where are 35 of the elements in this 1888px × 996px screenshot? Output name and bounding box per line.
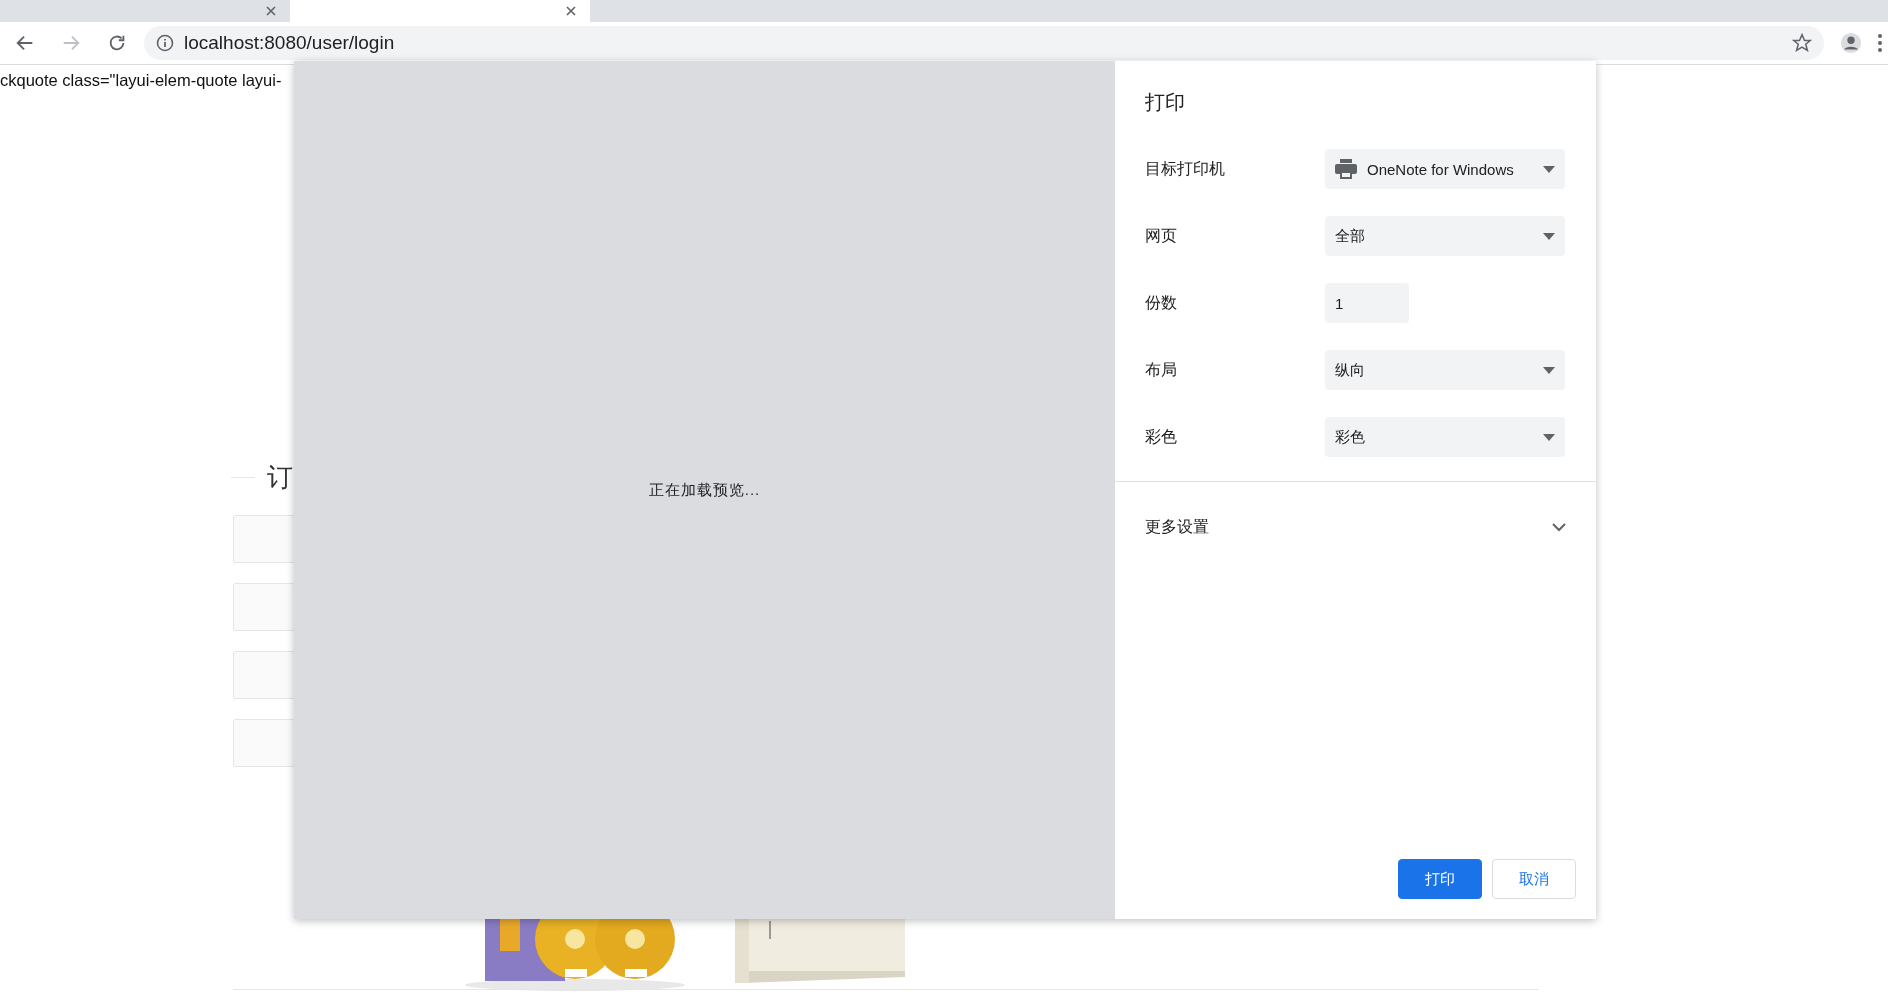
star-icon[interactable] bbox=[1792, 33, 1812, 53]
menu-icon[interactable] bbox=[1878, 34, 1882, 52]
dropdown-caret-icon bbox=[1543, 232, 1555, 240]
setting-dropdown[interactable]: 彩色 bbox=[1325, 417, 1565, 457]
close-icon[interactable] bbox=[266, 6, 276, 16]
more-settings-label: 更多设置 bbox=[1145, 516, 1209, 537]
address-bar[interactable]: localhost:8080/user/login bbox=[144, 26, 1824, 60]
section-heading: 订 bbox=[267, 461, 293, 494]
copies-field[interactable]: 1 bbox=[1325, 283, 1409, 323]
cancel-button[interactable]: 取消 bbox=[1492, 859, 1576, 899]
input-field[interactable] bbox=[233, 515, 295, 563]
setting-label: 网页 bbox=[1145, 225, 1178, 246]
profile-icon[interactable] bbox=[1840, 32, 1862, 54]
page-text: ckquote class="layui-elem-quote layui- bbox=[0, 70, 283, 90]
print-button[interactable]: 打印 bbox=[1398, 859, 1482, 899]
dialog-title: 打印 bbox=[1144, 90, 1186, 115]
setting-label: 布局 bbox=[1145, 359, 1178, 380]
close-icon[interactable] bbox=[566, 6, 576, 16]
info-icon[interactable] bbox=[156, 34, 174, 52]
dropdown-caret-icon bbox=[1543, 165, 1555, 173]
loading-message: 正在加载预览... bbox=[648, 480, 761, 500]
dropdown-caret-icon bbox=[1543, 366, 1555, 374]
setting-dropdown[interactable]: OneNote for Windows bbox=[1325, 149, 1565, 189]
url-text: localhost:8080/user/login bbox=[184, 32, 395, 54]
input-field[interactable] bbox=[233, 651, 295, 699]
input-field[interactable] bbox=[233, 583, 295, 631]
setting-dropdown[interactable]: 全部 bbox=[1325, 216, 1565, 256]
input-field[interactable] bbox=[233, 719, 295, 767]
setting-label: 目标打印机 bbox=[1145, 158, 1226, 179]
dropdown-caret-icon bbox=[1543, 433, 1555, 441]
setting-label: 彩色 bbox=[1145, 426, 1178, 447]
more-settings-row[interactable]: 更多设置 bbox=[1115, 482, 1596, 572]
printer-icon bbox=[1335, 159, 1357, 179]
setting-dropdown[interactable]: 纵向 bbox=[1325, 350, 1565, 390]
setting-label: 份数 bbox=[1145, 292, 1178, 313]
